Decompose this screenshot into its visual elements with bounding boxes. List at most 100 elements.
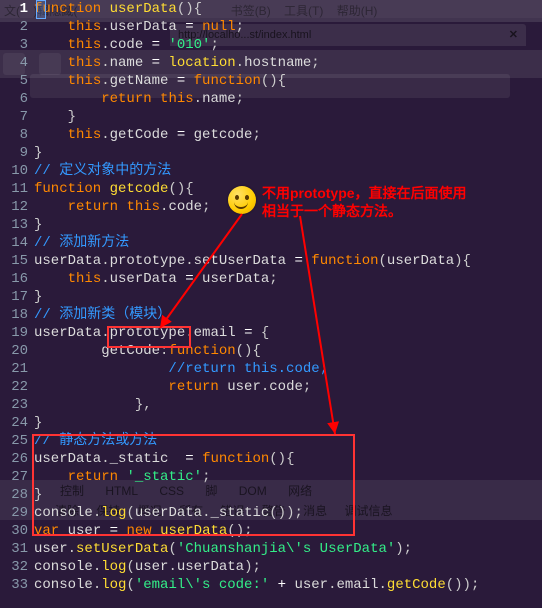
code-editor[interactable]: 1function userData(){2 this.userData = n… (0, 0, 542, 594)
code-content[interactable]: } (34, 108, 542, 126)
code-line[interactable]: 21 //return this.code; (0, 360, 542, 378)
text-cursor (36, 0, 46, 19)
smiley-icon (228, 186, 256, 214)
code-line[interactable]: 14// 添加新方法 (0, 234, 542, 252)
line-number: 22 (0, 378, 34, 396)
code-content[interactable]: return '_static'; (34, 468, 542, 486)
code-content[interactable]: this.getCode = getcode; (34, 126, 542, 144)
line-number: 23 (0, 396, 34, 414)
line-number: 33 (0, 576, 34, 594)
line-number: 11 (0, 180, 34, 198)
code-line[interactable]: 27 return '_static'; (0, 468, 542, 486)
code-content[interactable]: // 添加新方法 (34, 234, 542, 252)
code-line[interactable]: 3 this.code = '010'; (0, 36, 542, 54)
line-number: 1 (0, 0, 34, 18)
line-number: 5 (0, 72, 34, 90)
code-line[interactable]: 33console.log('email\'s code:' + user.em… (0, 576, 542, 594)
code-content[interactable]: // 定义对象中的方法 (34, 162, 542, 180)
code-content[interactable]: this.getName = function(){ (34, 72, 542, 90)
line-number: 29 (0, 504, 34, 522)
code-content[interactable]: return user.code; (34, 378, 542, 396)
code-line[interactable]: 31user.setUserData('Chuanshanjia\'s User… (0, 540, 542, 558)
code-line[interactable]: 10// 定义对象中的方法 (0, 162, 542, 180)
code-content[interactable]: this.code = '010'; (34, 36, 542, 54)
line-number: 8 (0, 126, 34, 144)
code-line[interactable]: 6 return this.name; (0, 90, 542, 108)
code-content[interactable]: } (34, 288, 542, 306)
code-content[interactable]: return this.name; (34, 90, 542, 108)
code-content[interactable]: } (34, 414, 542, 432)
code-content[interactable]: console.log(user.userData); (34, 558, 542, 576)
code-content[interactable]: function userData(){ (34, 0, 542, 18)
code-line[interactable]: 18// 添加新类（模块） (0, 306, 542, 324)
code-content[interactable]: this.userData = userData; (34, 270, 542, 288)
code-content[interactable]: } (34, 144, 542, 162)
code-line[interactable]: 23 }, (0, 396, 542, 414)
line-number: 10 (0, 162, 34, 180)
line-number: 12 (0, 198, 34, 216)
line-number: 15 (0, 252, 34, 270)
line-number: 2 (0, 18, 34, 36)
code-content[interactable]: this.name = location.hostname; (34, 54, 542, 72)
code-line[interactable]: 19userData.prototype.email = { (0, 324, 542, 342)
line-number: 24 (0, 414, 34, 432)
code-content[interactable]: userData.prototype.setUserData = functio… (34, 252, 542, 270)
code-line[interactable]: 20 getCode:function(){ (0, 342, 542, 360)
code-line[interactable]: 22 return user.code; (0, 378, 542, 396)
code-content[interactable]: } (34, 216, 542, 234)
code-content[interactable]: //return this.code; (34, 360, 542, 378)
code-line[interactable]: 7 } (0, 108, 542, 126)
code-line[interactable]: 9} (0, 144, 542, 162)
code-content[interactable]: console.log(userData._static()); (34, 504, 542, 522)
code-content[interactable]: return this.code; (34, 198, 542, 216)
code-content[interactable]: }, (34, 396, 542, 414)
code-line[interactable]: 26userData._static = function(){ (0, 450, 542, 468)
code-line[interactable]: 30var user = new userData(); (0, 522, 542, 540)
code-line[interactable]: 24} (0, 414, 542, 432)
code-line[interactable]: 11function getcode(){ (0, 180, 542, 198)
code-line[interactable]: 8 this.getCode = getcode; (0, 126, 542, 144)
code-line[interactable]: 2 this.userData = null; (0, 18, 542, 36)
code-line[interactable]: 4 this.name = location.hostname; (0, 54, 542, 72)
code-line[interactable]: 1function userData(){ (0, 0, 542, 18)
line-number: 26 (0, 450, 34, 468)
code-content[interactable]: // 静态方法或方法 (34, 432, 542, 450)
code-line[interactable]: 5 this.getName = function(){ (0, 72, 542, 90)
line-number: 4 (0, 54, 34, 72)
code-content[interactable]: var user = new userData(); (34, 522, 542, 540)
code-line[interactable]: 29console.log(userData._static()); (0, 504, 542, 522)
code-line[interactable]: 15userData.prototype.setUserData = funct… (0, 252, 542, 270)
code-line[interactable]: 32console.log(user.userData); (0, 558, 542, 576)
code-content[interactable]: function getcode(){ (34, 180, 542, 198)
code-content[interactable]: this.userData = null; (34, 18, 542, 36)
line-number: 20 (0, 342, 34, 360)
line-number: 30 (0, 522, 34, 540)
line-number: 31 (0, 540, 34, 558)
code-line[interactable]: 13} (0, 216, 542, 234)
line-number: 28 (0, 486, 34, 504)
line-number: 17 (0, 288, 34, 306)
line-number: 18 (0, 306, 34, 324)
code-line[interactable]: 25// 静态方法或方法 (0, 432, 542, 450)
line-number: 16 (0, 270, 34, 288)
code-line[interactable]: 16 this.userData = userData; (0, 270, 542, 288)
line-number: 27 (0, 468, 34, 486)
code-content[interactable]: console.log('email\'s code:' + user.emai… (34, 576, 542, 594)
code-content[interactable]: user.setUserData('Chuanshanjia\'s UserDa… (34, 540, 542, 558)
code-line[interactable]: 17} (0, 288, 542, 306)
line-number: 19 (0, 324, 34, 342)
line-number: 32 (0, 558, 34, 576)
line-number: 14 (0, 234, 34, 252)
line-number: 3 (0, 36, 34, 54)
code-content[interactable]: } (34, 486, 542, 504)
code-content[interactable]: userData.prototype.email = { (34, 324, 542, 342)
code-content[interactable]: getCode:function(){ (34, 342, 542, 360)
line-number: 9 (0, 144, 34, 162)
code-line[interactable]: 12 return this.code; (0, 198, 542, 216)
code-content[interactable]: userData._static = function(){ (34, 450, 542, 468)
line-number: 25 (0, 432, 34, 450)
code-line[interactable]: 28} (0, 486, 542, 504)
line-number: 13 (0, 216, 34, 234)
screenshot-stage: 文( )辑隐藏( 书签(B) 工具(T) 帮助(H) http://localh… (0, 0, 542, 608)
code-content[interactable]: // 添加新类（模块） (34, 306, 542, 324)
